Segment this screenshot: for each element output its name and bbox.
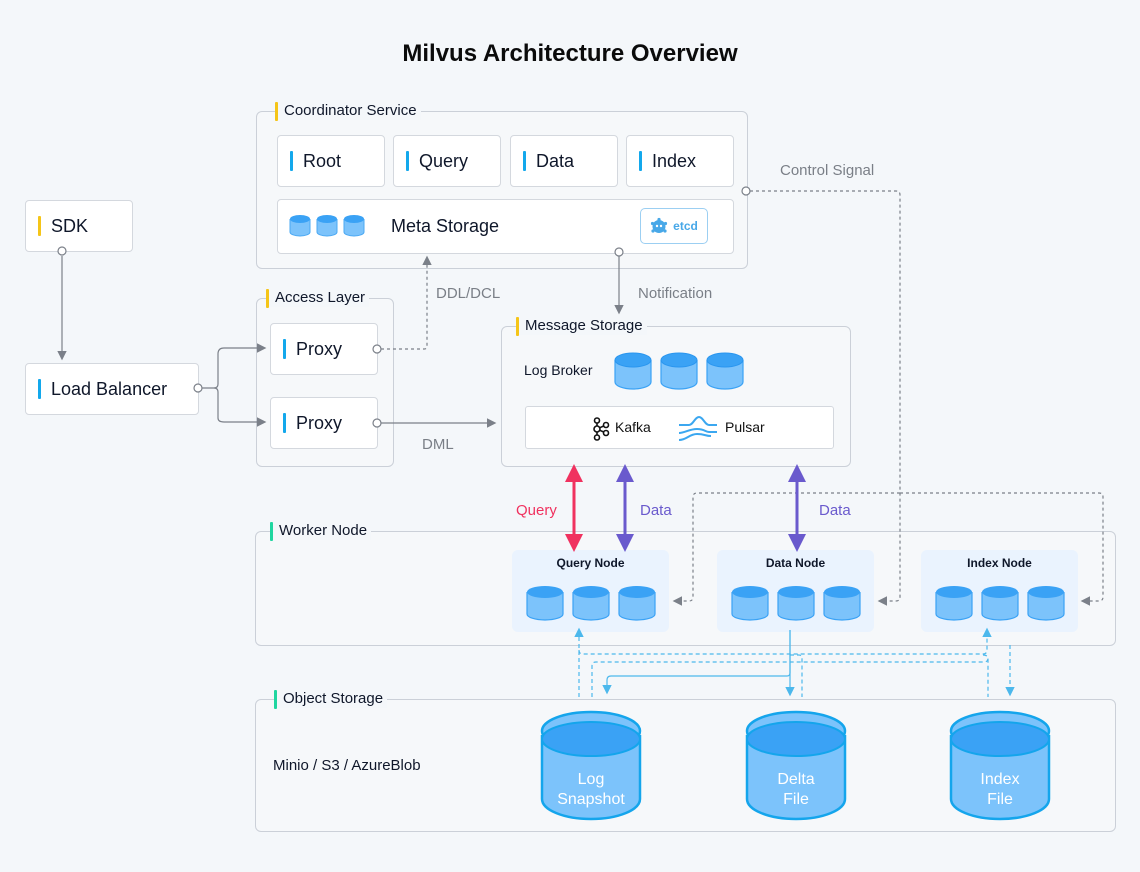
worker-node-label: Worker Node: [270, 522, 372, 541]
lb-to-proxy-edge: [202, 343, 267, 389]
coordinator-item-label: Index: [652, 150, 697, 171]
query-node-card[interactable]: Query Node: [512, 550, 669, 632]
store-label-line1: Log: [577, 771, 605, 788]
object-storage-backends: Minio / S3 / AzureBlob: [273, 757, 421, 774]
pulsar-label: Pulsar: [725, 419, 765, 435]
dml-label: DML: [422, 436, 454, 453]
load-balancer-label: Load Balancer: [51, 378, 168, 399]
index-node-card[interactable]: Index Node: [921, 550, 1078, 632]
accent-bar: [406, 151, 409, 171]
database-icon: [614, 352, 652, 390]
query-edge-label: Query: [516, 502, 557, 519]
notification-label: Notification: [638, 285, 713, 302]
index-node-label: Index Node: [967, 556, 1032, 570]
query-node-label: Query Node: [556, 556, 625, 570]
ddl-dcl-label: DDL/DCL: [436, 285, 501, 302]
sdk-box[interactable]: SDK: [25, 200, 133, 252]
coordinator-query[interactable]: Query: [393, 135, 501, 187]
store-label-line2: File: [783, 791, 809, 808]
log-broker-databases: [614, 352, 744, 390]
store-label-line2: Snapshot: [557, 791, 625, 808]
data-node-label: Data Node: [765, 556, 826, 570]
accent-bar: [639, 151, 642, 171]
storage-edge: [982, 654, 989, 697]
kafka-label: Kafka: [615, 419, 651, 435]
data-edge-label-1: Data: [640, 502, 672, 519]
kafka-icon: [593, 417, 610, 441]
proxy-label: Proxy: [296, 412, 343, 433]
etcd-label: etcd: [673, 219, 698, 233]
database-icon: [660, 352, 698, 390]
control-signal-label: Control Signal: [780, 162, 875, 179]
coordinator-data[interactable]: Data: [510, 135, 618, 187]
etcd-badge: etcd: [640, 208, 708, 244]
coordinator-service-label: Coordinator Service: [275, 102, 421, 121]
coordinator-item-label: Query: [419, 150, 469, 171]
accent-bar: [290, 151, 293, 171]
proxy-box-1[interactable]: Proxy: [270, 323, 378, 375]
store-label-line1: Index: [980, 771, 1020, 788]
accent-bar: [523, 151, 526, 171]
sdk-label: SDK: [51, 215, 89, 236]
database-icon: [343, 214, 365, 236]
data-edge-label-2: Data: [819, 502, 851, 519]
log-broker-label: Log Broker: [524, 362, 593, 378]
meta-storage-label: Meta Storage: [391, 216, 500, 236]
database-icon: [289, 214, 311, 236]
coordinator-item-label: Root: [303, 150, 342, 171]
access-layer-label: Access Layer: [266, 289, 370, 308]
diagram-title: Milvus Architecture Overview: [402, 40, 738, 67]
storage-edge: [790, 654, 803, 697]
etcd-icon: [651, 217, 668, 233]
meta-storage-box[interactable]: Meta Storage etcd: [277, 199, 734, 254]
accent-bar: [283, 413, 286, 433]
index-file-label: Index File: [950, 770, 1050, 810]
coordinator-item-label: Data: [536, 150, 575, 171]
database-icon: [706, 352, 744, 390]
accent-bar: [38, 216, 41, 236]
message-storage-label: Message Storage: [516, 317, 647, 336]
log-snapshot-label: Log Snapshot: [541, 770, 641, 810]
coordinator-index[interactable]: Index: [626, 135, 734, 187]
store-label-line1: Delta: [777, 771, 815, 788]
accent-bar: [38, 379, 41, 399]
log-broker-providers: Kafka Pulsar: [525, 406, 834, 449]
accent-bar: [283, 339, 286, 359]
store-label-line2: File: [987, 791, 1013, 808]
database-icon-group: [289, 214, 365, 236]
storage-edge: [591, 657, 989, 697]
database-icon: [316, 214, 338, 236]
delta-file-label: Delta File: [746, 770, 846, 810]
data-node-card[interactable]: Data Node: [717, 550, 874, 632]
object-storage-label: Object Storage: [274, 690, 388, 709]
proxy-label: Proxy: [296, 338, 343, 359]
pulsar-icon: [678, 415, 717, 441]
proxy-box-2[interactable]: Proxy: [270, 397, 378, 449]
load-balancer-box[interactable]: Load Balancer: [25, 363, 199, 415]
coordinator-root[interactable]: Root: [277, 135, 385, 187]
